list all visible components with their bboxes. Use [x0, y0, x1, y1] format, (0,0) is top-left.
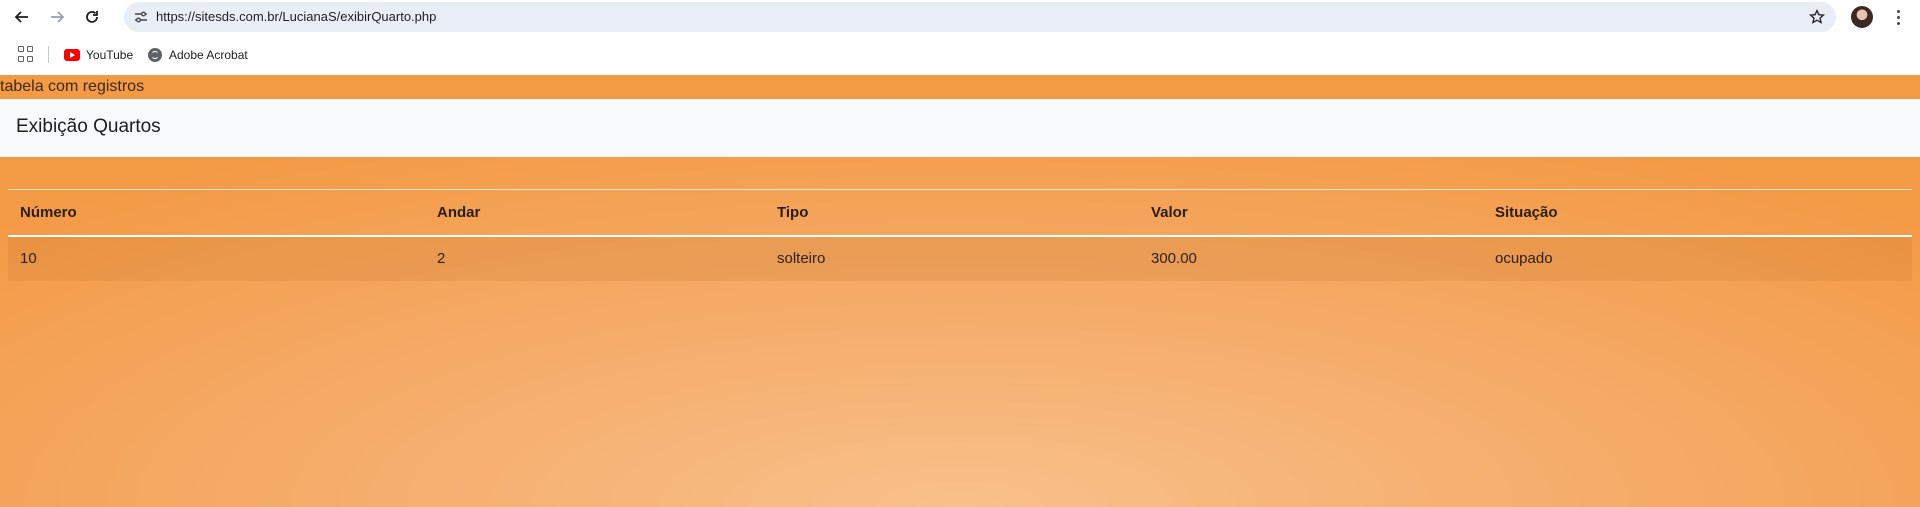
reload-icon	[86, 11, 98, 23]
navbar: Exibição Quartos	[0, 99, 1920, 157]
forward-arrow-icon	[51, 11, 65, 23]
cell-numero: 10	[20, 250, 37, 267]
bookmarks-divider	[48, 46, 49, 63]
bookmarks-bar: YouTube Adobe Acrobat	[0, 34, 1920, 75]
header-andar: Andar	[425, 189, 765, 237]
youtube-icon	[64, 48, 80, 61]
reload-button[interactable]	[80, 5, 104, 29]
rooms-table: Número Andar Tipo Valor Situação 10 2 so…	[8, 189, 1912, 281]
site-info-icon[interactable]	[130, 7, 152, 27]
table-row: 10 2 solteiro 300.00 ocupado	[8, 235, 1912, 281]
profile-avatar[interactable]	[1851, 6, 1873, 28]
cell-situacao: ocupado	[1495, 250, 1553, 267]
browser-toolbar: https://sitesds.com.br/LucianaS/exibirQu…	[0, 0, 1920, 34]
header-valor: Valor	[1139, 189, 1483, 237]
bookmark-adobe-acrobat[interactable]: Adobe Acrobat	[148, 46, 248, 63]
navbar-brand[interactable]: Exibição Quartos	[16, 116, 161, 138]
back-arrow-icon	[14, 11, 28, 23]
table-caption: tabela com registros	[0, 78, 145, 95]
page-content: tabela com registros Exibição Quartos Nú…	[0, 75, 1920, 507]
forward-button[interactable]	[45, 5, 69, 29]
header-situacao: Situação	[1483, 189, 1912, 237]
table-header-row: Número Andar Tipo Valor Situação	[8, 189, 1912, 237]
cell-tipo: solteiro	[777, 250, 826, 267]
back-button[interactable]	[10, 5, 34, 29]
apps-grid-icon[interactable]	[18, 46, 34, 62]
address-bar[interactable]: https://sitesds.com.br/LucianaS/exibirQu…	[124, 2, 1836, 32]
cell-andar: 2	[437, 250, 446, 267]
cell-valor: 300.00	[1151, 250, 1197, 267]
bookmark-label: Adobe Acrobat	[169, 47, 248, 62]
url-text[interactable]: https://sitesds.com.br/LucianaS/exibirQu…	[156, 9, 436, 24]
header-numero: Número	[8, 189, 425, 237]
globe-icon	[148, 47, 162, 62]
bookmark-label: YouTube	[86, 47, 134, 62]
header-tipo: Tipo	[765, 189, 1139, 237]
bookmark-youtube[interactable]: YouTube	[64, 46, 133, 63]
browser-menu-icon[interactable]	[1886, 5, 1910, 29]
bookmark-star-icon[interactable]	[1808, 8, 1826, 26]
